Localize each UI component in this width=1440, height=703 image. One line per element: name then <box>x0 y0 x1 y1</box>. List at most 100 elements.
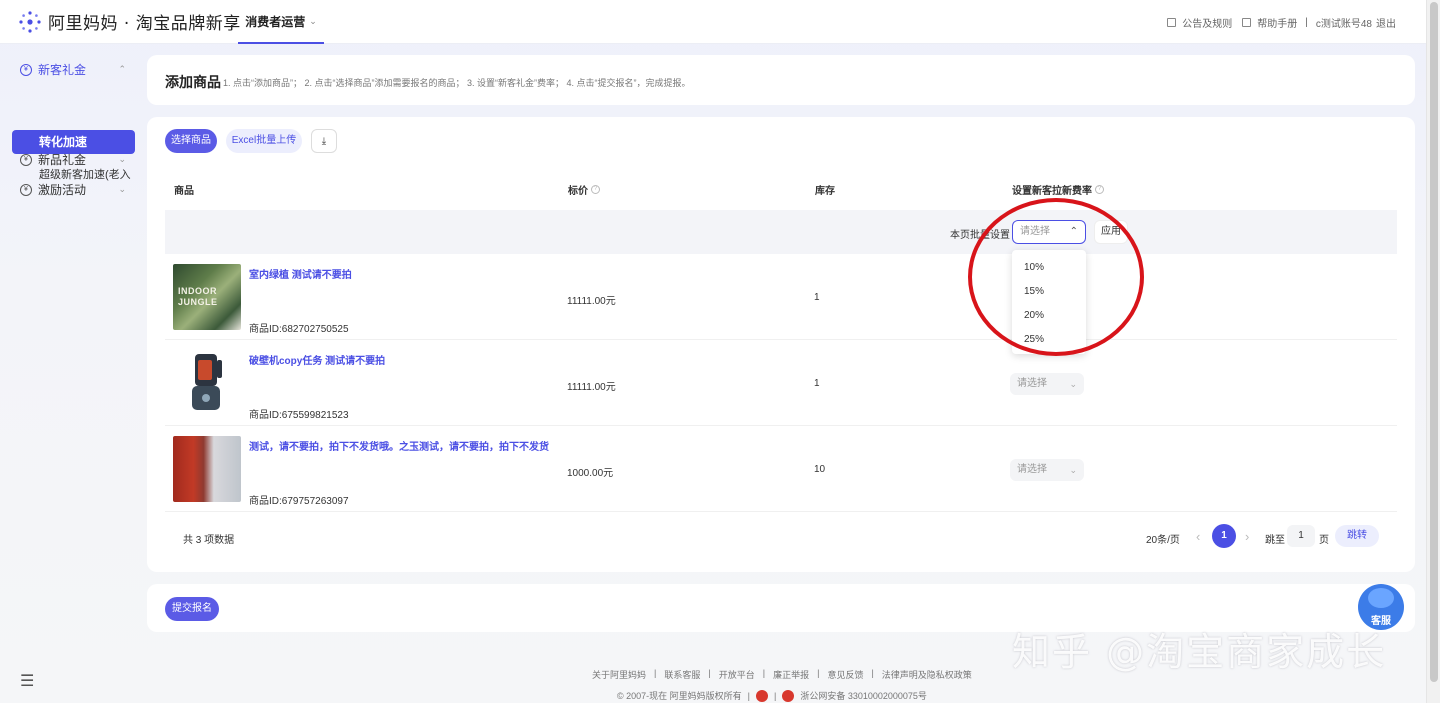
product-image-text: INDOOR JUNGLE <box>178 286 218 307</box>
manual-link[interactable]: 帮助手册 <box>1257 15 1297 30</box>
batch-setting-row: 本页批量设置 请选择 ⌃ 应用 <box>165 210 1397 254</box>
sidebar-item-new-product-gift[interactable]: ¥ 新品礼金 ⌄ <box>20 151 130 168</box>
coin-icon: ¥ <box>20 183 32 196</box>
intro-card: 添加商品 1. 点击“添加商品”； 2. 点击“选择商品”添加需要报名的商品； … <box>147 55 1415 105</box>
submit-button[interactable]: 提交报名 <box>165 597 219 621</box>
product-name-link[interactable]: 破壁机copy任务 测试请不要拍 <box>249 352 385 367</box>
excel-upload-button[interactable]: Excel批量上传 <box>226 129 302 153</box>
table-row: 破壁机copy任务 测试请不要拍 商品ID:675599821523 11111… <box>165 340 1397 426</box>
footer-divider: | <box>817 668 820 678</box>
col-header-stock: 库存 <box>815 182 835 197</box>
sidebar-item-incentive[interactable]: ¥ 激励活动 ⌄ <box>20 181 130 198</box>
scrollbar-thumb[interactable] <box>1430 2 1438 682</box>
col-header-label: 商品 <box>174 186 194 197</box>
logout-link[interactable]: 退出 <box>1376 15 1396 30</box>
chevron-down-icon: ⌄ <box>118 154 126 164</box>
col-header-goods: 商品 <box>174 182 194 197</box>
footer-divider: | <box>654 668 657 678</box>
prev-page-button[interactable]: ‹ <box>1196 529 1200 544</box>
page-hint: 1. 点击“添加商品”； 2. 点击“选择商品”添加需要报名的商品； 3. 设置… <box>223 78 691 88</box>
police-badge-icon <box>782 689 795 702</box>
sidebar-item-label: 新品礼金 <box>38 153 87 167</box>
product-stock: 1 <box>814 378 820 389</box>
jump-page-input[interactable]: 1 <box>1287 525 1315 547</box>
footer-links: 关于阿里妈妈 | 联系客服 | 开放平台 | 廉正举报 | 意见反馈 | 法律声… <box>592 668 972 681</box>
table-row: INDOOR JUNGLE 室内绿植 测试请不要拍 商品ID:682702750… <box>165 254 1397 340</box>
footer-link-report[interactable]: 廉正举报 <box>773 668 809 681</box>
page-title: 添加商品 <box>165 74 221 90</box>
menu-icon[interactable]: ☰ <box>20 671 34 691</box>
product-stock: 1 <box>814 292 820 303</box>
footer-divider: | <box>871 668 874 678</box>
product-stock: 10 <box>814 464 826 475</box>
product-image[interactable] <box>173 436 241 502</box>
sidebar-item-label: 新客礼金 <box>38 63 87 77</box>
product-image[interactable]: INDOOR JUNGLE <box>173 264 241 330</box>
jump-button[interactable]: 跳转 <box>1335 525 1379 547</box>
manual-icon <box>1242 18 1252 27</box>
product-price: 11111.00元 <box>567 296 616 307</box>
table-row: 测试，请不要拍，拍下不发货哦。之玉测试，请不要拍，拍下不发货 商品ID:6797… <box>165 426 1397 512</box>
col-header-label: 库存 <box>815 186 835 197</box>
chevron-down-icon: ⌄ <box>118 184 126 194</box>
product-image[interactable] <box>173 350 241 416</box>
sidebar: ¥ 新客礼金 ⌃ 转化加速 超级新客加速(老入 ¥ 新品礼金 ⌄ ¥ 激励活动 … <box>0 44 143 703</box>
chevron-down-icon: ⌄ <box>1069 465 1077 475</box>
product-name-link[interactable]: 测试，请不要拍，拍下不发货哦。之玉测试，请不要拍，拍下不发货 <box>249 438 549 453</box>
coin-icon: ¥ <box>20 63 32 76</box>
sidebar-item-new-customer-gift[interactable]: ¥ 新客礼金 ⌃ <box>20 61 130 78</box>
logo[interactable]: 阿里妈妈 · 淘宝品牌新享 <box>18 9 241 34</box>
tab-consumer-operation[interactable]: 消费者运营 ⌄ <box>238 0 324 44</box>
footer-divider: | <box>762 668 766 678</box>
select-goods-button[interactable]: 选择商品 <box>165 129 217 153</box>
divider: | <box>774 690 777 701</box>
rate-select[interactable]: 请选择 ⌄ <box>1010 373 1084 395</box>
divider: | <box>747 690 750 701</box>
product-name-link[interactable]: 室内绿植 测试请不要拍 <box>249 266 352 281</box>
next-page-button[interactable]: › <box>1245 529 1249 544</box>
tab-label: 消费者运营 <box>245 14 306 29</box>
page-1-button[interactable]: 1 <box>1212 524 1236 548</box>
icp-text[interactable]: 浙公网安备 33010002000075号 <box>800 689 927 702</box>
help-icon[interactable]: ? <box>591 185 600 194</box>
rate-select[interactable]: 请选择 ⌄ <box>1010 459 1084 481</box>
highlight-circle <box>968 198 1144 356</box>
footer-link-legal[interactable]: 法律声明及隐私权政策 <box>882 668 972 681</box>
chevron-down-icon: ⌄ <box>1069 379 1077 389</box>
col-header-rate: 设置新客拉新费率? <box>1012 182 1104 197</box>
jump-to-label: 跳至 <box>1265 535 1285 546</box>
notice-link[interactable]: 公告及规则 <box>1182 15 1232 30</box>
blender-icon <box>192 354 222 410</box>
select-placeholder: 请选择 <box>1017 378 1047 389</box>
account-name: c测试账号48 <box>1315 19 1372 30</box>
product-id: 商品ID:679757263097 <box>249 496 349 507</box>
emblem-icon <box>756 689 768 702</box>
footer-link-open-platform[interactable]: 开放平台 <box>719 668 755 681</box>
top-bar: 阿里妈妈 · 淘宝品牌新享 消费者运营 ⌄ 公告及规则 帮助手册 | c测试账号… <box>0 0 1426 44</box>
scrollbar[interactable] <box>1426 0 1440 703</box>
sidebar-item-super-new-customer[interactable]: 超级新客加速(老入 <box>39 166 139 182</box>
col-header-label: 标价 <box>568 186 588 197</box>
footer-link-about[interactable]: 关于阿里妈妈 <box>592 668 646 681</box>
total-count: 共 3 项数据 <box>183 535 235 546</box>
help-icon[interactable]: ? <box>1095 185 1104 194</box>
chevron-down-icon: ⌄ <box>309 15 317 26</box>
coin-icon: ¥ <box>20 153 32 166</box>
logo-text: 阿里妈妈 · 淘宝品牌新享 <box>48 14 241 34</box>
product-id: 商品ID:675599821523 <box>249 410 349 421</box>
col-header-label: 设置新客拉新费率 <box>1012 186 1092 197</box>
product-price: 11111.00元 <box>567 382 616 393</box>
footer-link-contact[interactable]: 联系客服 <box>664 668 700 681</box>
product-price: 1000.00元 <box>567 468 614 479</box>
select-placeholder: 请选择 <box>1017 464 1047 475</box>
notice-icon <box>1167 18 1177 27</box>
sidebar-item-label: 激励活动 <box>38 183 87 197</box>
footer-link-feedback[interactable]: 意见反馈 <box>827 668 863 681</box>
chevron-up-icon: ⌃ <box>118 64 126 74</box>
download-icon[interactable]: ⤓ <box>311 129 337 153</box>
page-size-select[interactable]: 20条/页 <box>1146 531 1180 546</box>
col-header-price: 标价? <box>568 182 600 197</box>
logo-icon <box>19 10 41 33</box>
footer-copyright: © 2007-现在 阿里妈妈版权所有 | | 浙公网安备 33010002000… <box>617 689 927 702</box>
copyright-text: © 2007-现在 阿里妈妈版权所有 <box>617 691 742 701</box>
